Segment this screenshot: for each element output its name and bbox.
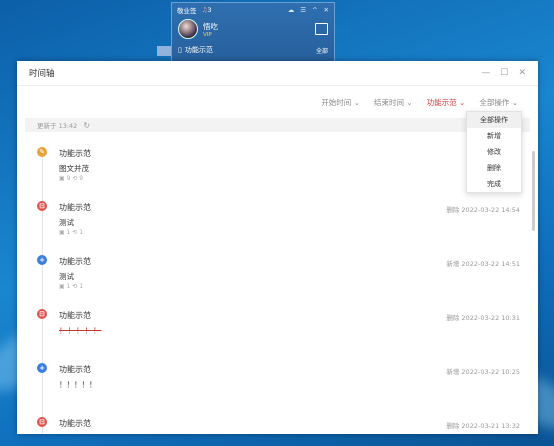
window-title: 时间轴 (29, 69, 55, 79)
edit-icon: ✎ (37, 147, 47, 157)
avatar[interactable] (178, 19, 198, 39)
entry-text: 图文并茂 (59, 164, 89, 173)
entry-time: 新增 2022-03-22 10:25 (446, 368, 520, 376)
widget-badge: 3 (207, 6, 212, 14)
entry-time: 删除 2022-03-22 10:31 (446, 314, 520, 322)
scrollbar[interactable] (532, 151, 535, 231)
entry-title: 功能示范 (59, 257, 91, 266)
minimize-icon[interactable]: — (481, 68, 490, 78)
refresh-icon[interactable]: ↻ (83, 121, 90, 130)
vip-badge: VIP (203, 31, 212, 38)
folder-icon: ▯ (178, 46, 182, 54)
add-icon: + (37, 363, 47, 373)
entry-meta: ▣ 9 ⟲ 9 (59, 175, 84, 182)
delete-icon: ⊟ (37, 201, 47, 211)
menu-icon[interactable]: ☰ (300, 6, 306, 14)
widget-header: 敬业签 ♫ 3 ☁ ☰ ^ ✕ (172, 3, 334, 17)
widget-app-name: 敬业签 (177, 7, 197, 15)
widget-category-bar[interactable]: ▯ 功能示范 全部 (172, 43, 334, 57)
timeline-entry[interactable]: + 功能示范 新增 2022-03-22 14:51 测试 ▣ 1 ⟲ 1 (29, 250, 538, 304)
menu-item-all[interactable]: 全部操作 (467, 112, 521, 128)
operation-filter[interactable]: 全部操作 ⌄ (479, 97, 518, 108)
sticky-note-widget[interactable]: 敬业签 ♫ 3 ☁ ☰ ^ ✕ 悟吃 VIP ▯ 功能示范 全部 (171, 2, 335, 64)
entry-title: 功能示范 (59, 203, 91, 212)
filter-bar: 开始时间 ⌄ 结束时间 ⌄ 功能示范 ⌄ 全部操作 ⌄ (17, 86, 538, 118)
maximize-icon[interactable]: ☐ (500, 68, 508, 78)
entry-text: ！！！！！ (59, 326, 102, 335)
entry-title: 功能示范 (59, 149, 91, 158)
timeline-entry[interactable]: + 功能示范 新增 2022-03-22 10:25 ！！！！！ (29, 358, 538, 412)
menu-item-edit[interactable]: 修改 (467, 144, 521, 160)
menu-item-delete[interactable]: 删除 (467, 160, 521, 176)
calendar-icon[interactable] (315, 23, 328, 35)
close-icon[interactable]: ✕ (324, 6, 329, 14)
entry-time: 新增 2022-03-22 14:51 (446, 260, 520, 268)
timeline-entry[interactable]: ⊟ 功能示范 删除 2022-03-21 13:32 (29, 412, 538, 434)
collapse-icon[interactable]: ^ (312, 6, 317, 14)
entry-text: 测试 (59, 272, 74, 281)
category-filter[interactable]: 功能示范 ⌄ (427, 97, 466, 108)
timeline-entry[interactable]: ✎ 功能示范 修改 图文并茂 ▣ 9 ⟲ 9 (29, 142, 538, 196)
cloud-icon[interactable]: ☁ (288, 6, 295, 14)
add-icon: + (37, 255, 47, 265)
widget-category: 功能示范 (184, 46, 213, 54)
entry-meta: ▣ 1 ⟲ 1 (59, 229, 84, 236)
entry-title: 功能示范 (59, 365, 91, 374)
entry-time: 删除 2022-03-21 13:32 (446, 422, 520, 430)
refresh-text: 更新于 13:42 (37, 122, 78, 130)
timeline-window: 时间轴 — ☐ ✕ 开始时间 ⌄ 结束时间 ⌄ 功能示范 ⌄ 全部操作 ⌄ 更新… (17, 61, 538, 434)
widget-user-row: 悟吃 VIP (172, 17, 334, 41)
entry-title: 功能示范 (59, 419, 91, 428)
end-time-filter[interactable]: 结束时间 ⌄ (374, 97, 413, 108)
delete-icon: ⊟ (37, 417, 47, 427)
timeline-list: ✎ 功能示范 修改 图文并茂 ▣ 9 ⟲ 9 ⊟ 功能示范 删除 2022-03… (17, 142, 538, 434)
entry-title: 功能示范 (59, 311, 91, 320)
widget-all-dropdown[interactable]: 全部 (316, 46, 328, 55)
entry-time: 删除 2022-03-22 14:54 (446, 206, 520, 214)
refresh-bar: 更新于 13:42 ↻ (25, 118, 530, 132)
entry-text: 测试 (59, 218, 74, 227)
title-bar: 时间轴 — ☐ ✕ (17, 61, 538, 86)
entry-meta: ▣ 1 ⟲ 1 (59, 283, 84, 290)
menu-item-complete[interactable]: 完成 (467, 176, 521, 192)
entry-text: ！！！！！ (59, 380, 97, 389)
menu-item-add[interactable]: 新增 (467, 128, 521, 144)
start-time-filter[interactable]: 开始时间 ⌄ (321, 97, 360, 108)
delete-icon: ⊟ (37, 309, 47, 319)
timeline-entry[interactable]: ⊟ 功能示范 删除 2022-03-22 14:54 测试 ▣ 1 ⟲ 1 (29, 196, 538, 250)
timeline-entry[interactable]: ⊟ 功能示范 删除 2022-03-22 10:31 ！！！！！ (29, 304, 538, 358)
close-icon[interactable]: ✕ (518, 68, 526, 78)
operation-dropdown-menu: 全部操作 新增 修改 删除 完成 (466, 111, 522, 193)
user-name: 悟吃 (203, 21, 218, 31)
